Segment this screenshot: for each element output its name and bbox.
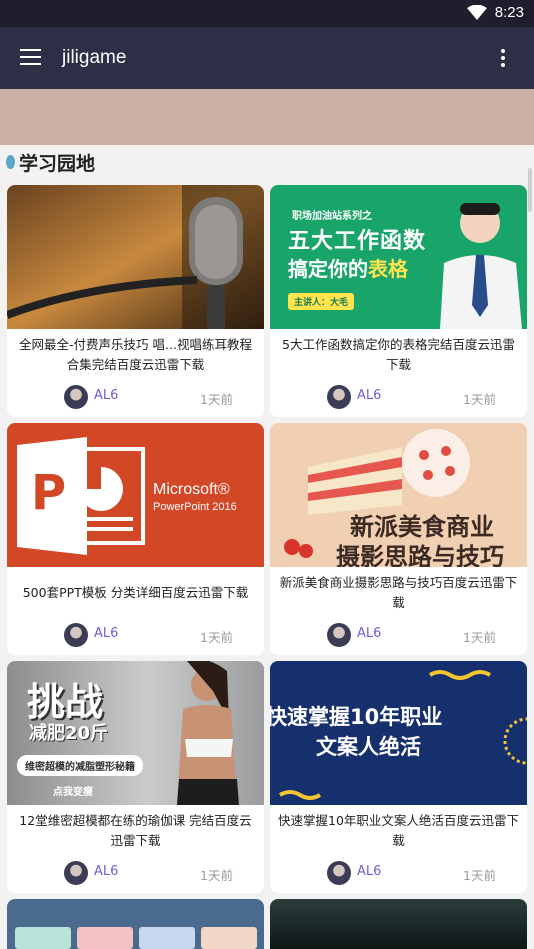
scrollbar[interactable] xyxy=(528,168,532,212)
course-card[interactable]: 全网最全-付费声乐技巧 唱...视唱练耳教程合集完结百度云迅雷下载 AL6 1天… xyxy=(7,185,264,417)
post-time: 1天前 xyxy=(463,868,496,883)
card-thumbnail xyxy=(7,899,264,949)
post-time: 1天前 xyxy=(200,392,233,407)
model-illustration xyxy=(177,661,239,805)
card-title: 500套PPT模板 分类详细百度云迅雷下载 xyxy=(22,585,249,600)
cover-line2: 文案人绝活 xyxy=(316,735,421,759)
section-header: 学习园地 xyxy=(6,150,96,175)
course-card[interactable] xyxy=(7,899,264,949)
card-thumbnail xyxy=(270,899,527,949)
course-card[interactable] xyxy=(270,899,527,949)
cover-sub: 减肥20斤 xyxy=(29,723,109,744)
avatar xyxy=(327,623,351,647)
section-title: 学习园地 xyxy=(19,152,96,175)
avatar xyxy=(327,385,351,409)
cover-line2-highlight: 表格 xyxy=(368,257,408,281)
card-meta: AL6 1天前 xyxy=(7,385,264,409)
more-vert-icon[interactable] xyxy=(501,49,507,70)
cover-product: PowerPoint 2016 xyxy=(153,501,237,513)
cover-ribbon: 维密超模的减脂塑形秘籍 xyxy=(17,755,143,776)
card-thumbnail: 快速掌握10年职业 文案人绝活 xyxy=(270,661,527,805)
avatar xyxy=(64,623,88,647)
author-name[interactable]: AL6 xyxy=(94,388,118,403)
card-title: 新派美食商业摄影思路与技巧百度云迅雷下载 xyxy=(279,575,518,610)
card-title: 快速掌握10年职业文案人绝活百度云迅雷下载 xyxy=(278,813,519,848)
author-name[interactable]: AL6 xyxy=(357,388,381,403)
card-thumbnail: P Microsoft® PowerPoint 2016 xyxy=(7,423,264,567)
cover-series: 职场加油站系列之 xyxy=(292,211,372,222)
post-time: 1天前 xyxy=(463,392,496,407)
cover-cta: 点我变瘦 xyxy=(53,787,93,798)
card-thumbnail xyxy=(7,185,264,329)
author-name[interactable]: AL6 xyxy=(94,864,118,879)
cover-speaker: 主讲人：大毛 xyxy=(288,293,355,310)
course-card[interactable]: 快速掌握10年职业 文案人绝活 快速掌握10年职业文案人绝活百度云迅雷下载 AL… xyxy=(270,661,527,893)
card-thumbnail: 挑战 减肥20斤 维密超模的减脂塑形秘籍 点我变瘦 xyxy=(7,661,264,805)
card-thumbnail: 新派美食商业 摄影思路与技巧 xyxy=(270,423,527,567)
cover-line1: 快速掌握10年职业 xyxy=(270,705,443,729)
app-bar: jiligame xyxy=(0,27,534,89)
banner[interactable] xyxy=(0,89,534,145)
menu-icon[interactable] xyxy=(20,49,41,65)
card-title: 5大工作函数搞定你的表格完结百度云迅雷下载 xyxy=(282,337,515,372)
cover-line2: 摄影思路与技巧 xyxy=(336,543,504,567)
avatar xyxy=(64,861,88,885)
course-card[interactable]: P Microsoft® PowerPoint 2016 500套PPT模板 分… xyxy=(7,423,264,655)
course-card[interactable]: 职场加油站系列之 五大工作函数 搞定你的表格 主讲人：大毛 5大工作函数搞定你的… xyxy=(270,185,527,417)
card-meta: AL6 1天前 xyxy=(7,623,264,647)
author-name[interactable]: AL6 xyxy=(94,626,118,641)
avatar xyxy=(64,385,88,409)
card-title: 12堂维密超模都在练的瑜伽课 完结百度云迅雷下载 xyxy=(19,813,252,848)
card-meta: AL6 1天前 xyxy=(270,623,527,647)
section-bullet-icon xyxy=(6,155,15,169)
app-title: jiligame xyxy=(62,47,127,68)
avatar xyxy=(327,861,351,885)
card-title: 全网最全-付费声乐技巧 唱...视唱练耳教程合集完结百度云迅雷下载 xyxy=(19,337,252,372)
cover-letter: P xyxy=(31,465,67,521)
status-time: 8:23 xyxy=(494,4,524,21)
status-bar: 8:23 xyxy=(0,0,534,27)
post-time: 1天前 xyxy=(463,630,496,645)
cover-big: 挑战 xyxy=(27,680,104,724)
author-name[interactable]: AL6 xyxy=(357,864,381,879)
presenter-illustration xyxy=(440,203,522,329)
course-card[interactable]: 挑战 减肥20斤 维密超模的减脂塑形秘籍 点我变瘦 12堂维密超模都在练的瑜伽课… xyxy=(7,661,264,893)
card-thumbnail: 职场加油站系列之 五大工作函数 搞定你的表格 主讲人：大毛 xyxy=(270,185,527,329)
cover-brand: Microsoft® xyxy=(153,481,230,498)
cover-line2: 搞定你的 xyxy=(288,257,368,281)
cover-line1: 五大工作函数 xyxy=(288,229,427,254)
card-meta: AL6 1天前 xyxy=(270,861,527,885)
card-meta: AL6 1天前 xyxy=(7,861,264,885)
course-card[interactable]: 新派美食商业 摄影思路与技巧 新派美食商业摄影思路与技巧百度云迅雷下载 AL6 … xyxy=(270,423,527,655)
wifi-icon xyxy=(466,4,487,20)
author-name[interactable]: AL6 xyxy=(357,626,381,641)
post-time: 1天前 xyxy=(200,868,233,883)
post-time: 1天前 xyxy=(200,630,233,645)
card-meta: AL6 1天前 xyxy=(270,385,527,409)
